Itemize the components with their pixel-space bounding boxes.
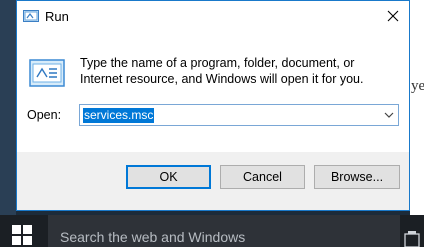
taskbar-search-box[interactable]: Search the web and Windows	[48, 215, 400, 247]
cancel-button[interactable]: Cancel	[220, 165, 305, 189]
close-button[interactable]	[379, 3, 407, 29]
run-program-icon	[29, 59, 65, 87]
desktop-background	[0, 0, 16, 215]
open-label: Open:	[27, 108, 62, 122]
window-title: Run	[45, 9, 69, 24]
chevron-down-icon[interactable]	[384, 111, 394, 119]
run-icon	[23, 10, 39, 22]
task-view-icon[interactable]	[404, 230, 420, 247]
title-bar[interactable]: Run	[17, 1, 409, 32]
ok-button[interactable]: OK	[126, 165, 211, 189]
close-icon	[387, 10, 399, 22]
background-window	[410, 0, 424, 215]
open-combobox[interactable]: services.msc	[79, 104, 399, 126]
run-dialog: Run Type the name of a program, folder, …	[16, 0, 410, 211]
browse-button[interactable]: Browse...	[314, 165, 400, 189]
search-placeholder: Search the web and Windows	[60, 229, 246, 245]
taskbar: Search the web and Windows	[0, 215, 424, 247]
background-window-text: ye	[411, 78, 424, 94]
dialog-body: Type the name of a program, folder, docu…	[17, 32, 409, 152]
open-input-value[interactable]: services.msc	[83, 108, 155, 123]
windows-start-icon[interactable]	[12, 225, 32, 245]
dialog-description: Type the name of a program, folder, docu…	[80, 56, 364, 86]
